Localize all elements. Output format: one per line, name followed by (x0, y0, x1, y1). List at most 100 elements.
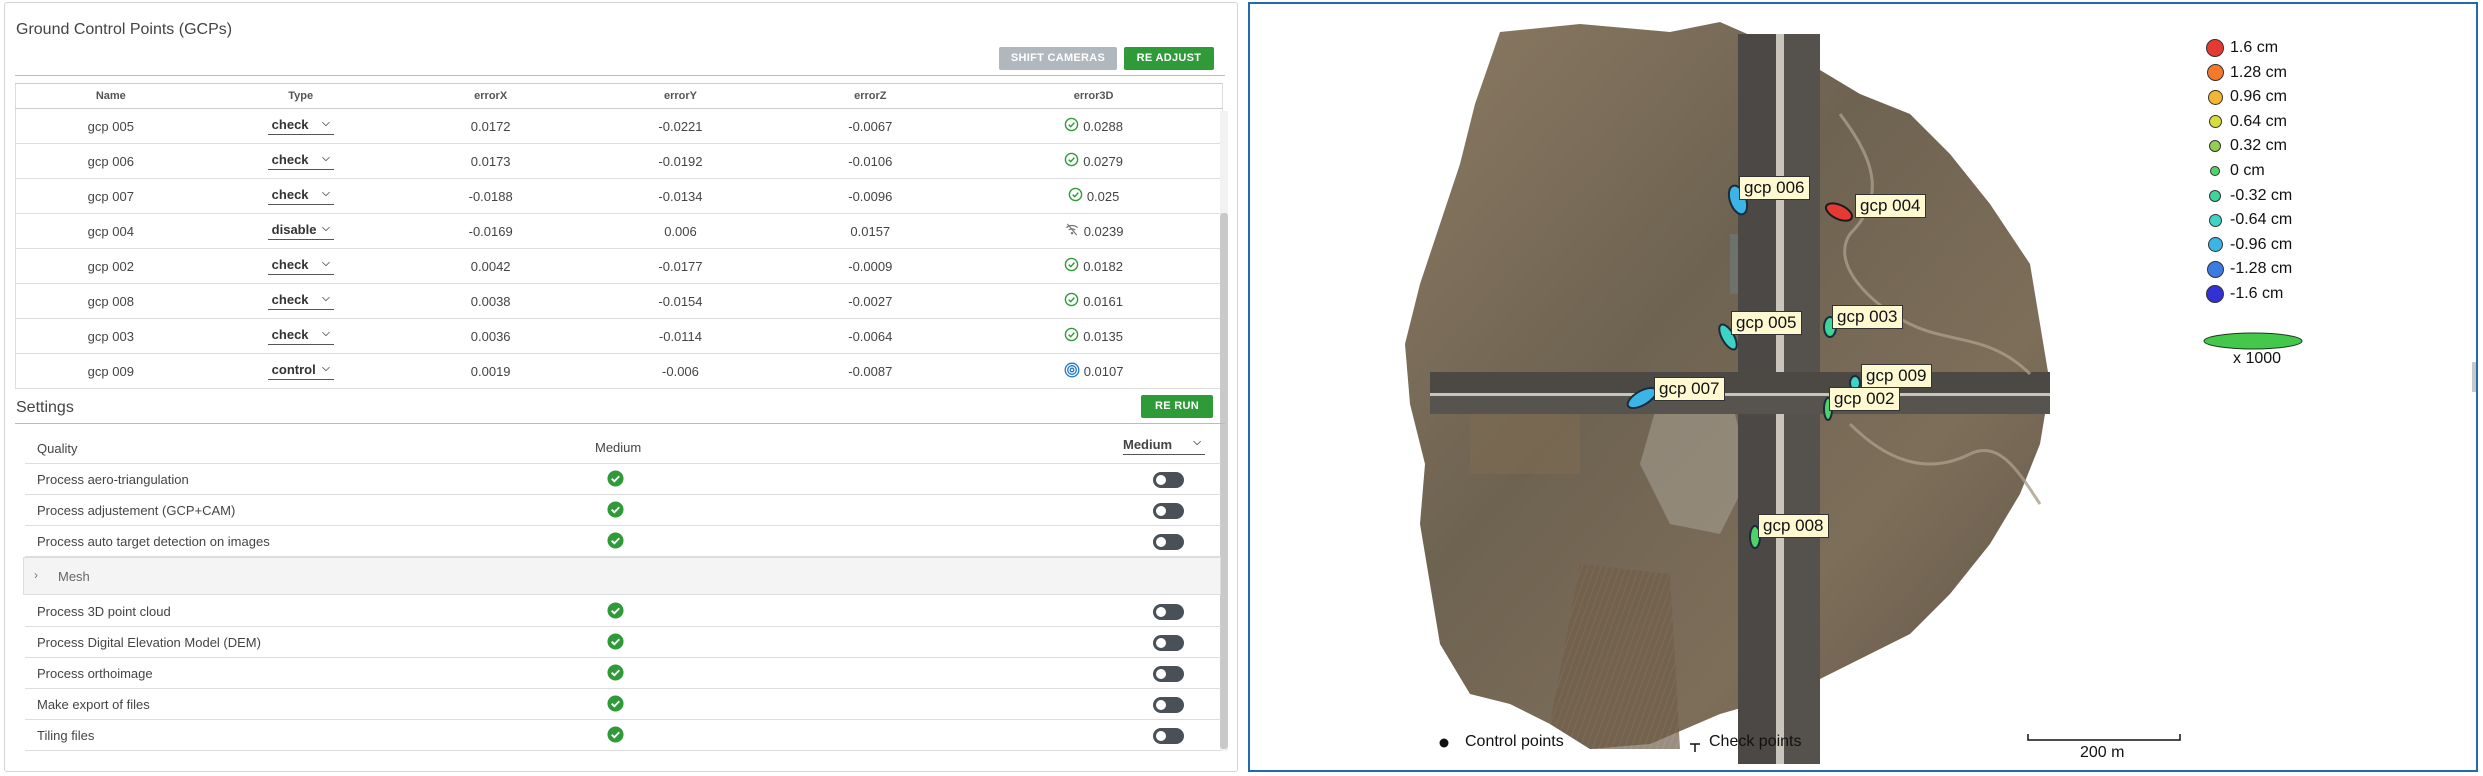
gcp-errorz-cell: -0.0106 (775, 143, 966, 179)
quality-current-value: Medium (595, 440, 642, 455)
gcp-errorx-cell: 0.0038 (395, 283, 586, 319)
gcp-table: Name Type errorX errorY errorZ error3D g… (14, 83, 1224, 389)
gcp-name-cell: gcp 007 (14, 178, 206, 214)
legend-label: 1.6 cm (2230, 39, 2279, 56)
chevron-down-icon: ⌵ (322, 363, 330, 374)
gcp-errorz-cell: -0.0064 (775, 318, 966, 354)
legend-swatch-icon (2206, 285, 2224, 303)
legend-label: -0.96 cm (2230, 235, 2293, 253)
check-circle-icon (1064, 292, 1079, 310)
check-circle-icon (607, 726, 624, 746)
gcp-errorz-cell: 0.0157 (775, 213, 966, 249)
gcp-errorz-cell: -0.0027 (775, 283, 966, 319)
gcp-errory-cell: -0.0221 (585, 108, 776, 144)
settings-row: Process adjustement (GCP+CAM) (25, 495, 1221, 526)
settings-toggle[interactable] (1153, 635, 1184, 651)
settings-toggle[interactable] (1153, 728, 1184, 744)
gcp-005-label[interactable]: gcp 005 (1731, 311, 1802, 335)
table-row[interactable]: gcp 006 check ⌵ 0.0173 -0.0192 -0.0106 0.0279 (14, 143, 1224, 179)
quality-select[interactable]: Medium ⌵ (1123, 437, 1205, 455)
map-resize-handle[interactable] (2472, 362, 2476, 392)
gcp-type-select[interactable]: check ⌵ (267, 117, 334, 135)
gcp-type-select[interactable]: check ⌵ (267, 257, 334, 275)
settings-toggle[interactable] (1153, 604, 1184, 620)
table-row[interactable]: gcp 003 check ⌵ 0.0036 -0.0114 -0.0064 0.0135 (14, 318, 1224, 354)
settings-row: Process orthoimage (25, 658, 1221, 689)
gcp-007-label[interactable]: gcp 007 (1654, 377, 1725, 401)
gcp-errory-cell: -0.0114 (585, 318, 776, 354)
scrollbar-thumb[interactable] (1220, 213, 1228, 749)
gcp-006-label[interactable]: gcp 006 (1739, 176, 1810, 200)
re-adjust-button[interactable]: RE ADJUST (1124, 47, 1214, 70)
table-row[interactable]: gcp 008 check ⌵ 0.0038 -0.0154 -0.0027 0.0161 (14, 283, 1224, 319)
legend-swatch-icon (2207, 89, 2223, 105)
chevron-down-icon: ⌵ (322, 223, 330, 234)
gcp-errory-cell: -0.0134 (585, 178, 776, 214)
gcp-008-label[interactable]: gcp 008 (1758, 514, 1829, 538)
legend-label: 0.96 cm (2230, 88, 2287, 106)
gcp-type-select[interactable]: check ⌵ (267, 187, 334, 205)
gcp-error3d-cell: 0.0279 (965, 143, 1224, 179)
mesh-section-label: Mesh (58, 569, 90, 584)
gcp-type-cell: check ⌵ (205, 178, 396, 214)
table-row[interactable]: gcp 005 check ⌵ 0.0172 -0.0221 -0.0067 0.0288 (14, 108, 1224, 144)
gcp-errory-cell: 0.006 (585, 213, 776, 249)
east-west-road (1430, 372, 2050, 394)
column-header-errorx[interactable]: errorX (395, 83, 586, 109)
legend-swatch-icon (2209, 189, 2221, 202)
mesh-section-toggle[interactable]: › Mesh (23, 557, 1221, 595)
gcp-errorx-cell: 0.0172 (395, 108, 586, 144)
check-circle-icon (1064, 257, 1079, 275)
gcp-errory-cell: -0.0154 (585, 283, 776, 319)
check-circle-icon (607, 532, 624, 552)
gcp-type-select[interactable]: check ⌵ (267, 292, 334, 310)
wifi-off-icon (1064, 222, 1080, 240)
table-row[interactable]: gcp 002 check ⌵ 0.0042 -0.0177 -0.0009 0.0182 (14, 248, 1224, 284)
settings-row: Make export of files (25, 689, 1221, 720)
gcp-type-value: check (271, 187, 309, 202)
gcp-type-cell: disable ⌵ (205, 213, 396, 249)
gcp-type-select[interactable]: check ⌵ (267, 327, 334, 345)
table-row[interactable]: gcp 009 control ⌵ 0.0019 -0.006 -0.0087 0.0107 (14, 353, 1224, 389)
gcp-error3d-value: 0.0239 (1083, 223, 1124, 239)
settings-toggle[interactable] (1153, 534, 1184, 550)
gcp-type-select[interactable]: disable ⌵ (267, 222, 334, 240)
table-row[interactable]: gcp 004 disable ⌵ -0.0169 0.006 0.0157 0.0239 (14, 213, 1224, 249)
settings-toggle[interactable] (1153, 472, 1184, 488)
re-run-button[interactable]: RE RUN (1141, 395, 1213, 418)
settings-toggle[interactable] (1153, 666, 1184, 682)
gcp-errory-cell: -0.0192 (585, 143, 776, 179)
settings-row-label: Make export of files (37, 697, 150, 712)
gcp-name-cell: gcp 004 (14, 213, 206, 249)
table-row[interactable]: gcp 007 check ⌵ -0.0188 -0.0134 -0.0096 0.025 (14, 178, 1224, 214)
gcp-002-label[interactable]: gcp 002 (1829, 387, 1900, 411)
gcp-errorx-cell: 0.0042 (395, 248, 586, 284)
legend-swatch-icon (2208, 115, 2222, 129)
column-header-name[interactable]: Name (14, 83, 206, 109)
settings-row: Process 3D point cloud (25, 596, 1221, 627)
settings-toggle[interactable] (1153, 697, 1184, 713)
gcp-name-cell: gcp 002 (14, 248, 206, 284)
gcp-004-label[interactable]: gcp 004 (1855, 194, 1926, 218)
shift-cameras-button[interactable]: SHIFT CAMERAS (999, 47, 1117, 70)
gcp-error3d-value: 0.0161 (1083, 293, 1123, 309)
column-header-type[interactable]: Type (205, 83, 396, 109)
column-header-errorz[interactable]: errorZ (775, 83, 966, 109)
gcp-error3d-cell: 0.025 (965, 178, 1224, 214)
gcp-panel: Ground Control Points (GCPs) SHIFT CAMER… (4, 2, 1238, 772)
quality-select-value: Medium (1123, 437, 1173, 452)
gcp-type-select[interactable]: check ⌵ (267, 152, 334, 170)
legend-label: 0 cm (2230, 162, 2265, 179)
scale-bar-label: 200 m (2080, 744, 2125, 761)
gcp-003-label[interactable]: gcp 003 (1832, 305, 1903, 329)
map-panel[interactable]: gcp 006 gcp 004 gcp 005 gcp 003 gcp 009 … (1248, 2, 2478, 772)
column-header-error3d[interactable]: error3D (965, 83, 1224, 109)
chevron-down-icon: ⌵ (1193, 437, 1201, 448)
settings-toggle[interactable] (1153, 503, 1184, 519)
gcp-009-label[interactable]: gcp 009 (1861, 364, 1932, 388)
check-circle-icon (607, 695, 624, 715)
column-header-errory[interactable]: errorY (585, 83, 776, 109)
settings-title: Settings (16, 399, 74, 416)
gcp-type-select[interactable]: control ⌵ (267, 362, 334, 380)
legend-swatch-icon (2206, 39, 2224, 57)
